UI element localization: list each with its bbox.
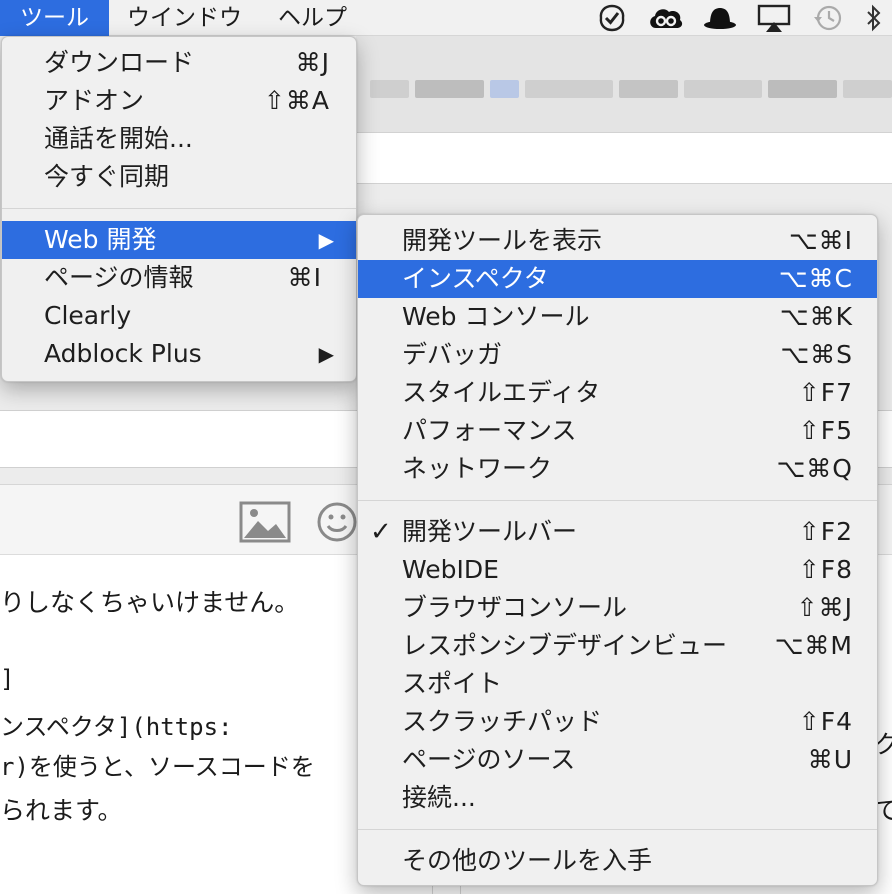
- content-line: ンスペクタ](https:: [0, 713, 233, 741]
- shortcut: ⌥⌘I: [788, 226, 853, 255]
- menubar-item-help[interactable]: ヘルプ: [260, 0, 365, 36]
- shortcut: ⌥⌘S: [780, 340, 853, 369]
- menu-item-web-developer[interactable]: Web 開発 ▶: [2, 221, 356, 259]
- creative-cloud-icon[interactable]: [646, 1, 686, 35]
- shortcut: ⌥⌘Q: [776, 454, 853, 483]
- menubar-item-tools[interactable]: ツール: [0, 0, 109, 36]
- shortcut: ⌥⌘C: [778, 264, 853, 293]
- bowler-hat-icon[interactable]: [700, 1, 740, 35]
- time-machine-icon[interactable]: [808, 1, 848, 35]
- menu-separator: [2, 208, 356, 209]
- menu-item-sync-now[interactable]: 今すぐ同期: [2, 158, 356, 196]
- airplay-icon[interactable]: [754, 1, 794, 35]
- menu-item-downloads[interactable]: ダウンロード ⌘J: [2, 44, 356, 82]
- menu-item-performance[interactable]: パフォーマンス ⇧F5: [358, 412, 877, 450]
- submenu-arrow-icon: ▶: [318, 228, 334, 252]
- shortcut: ⇧F2: [798, 517, 853, 546]
- browser-toolbar: [356, 36, 892, 132]
- bluetooth-icon[interactable]: [862, 1, 886, 35]
- menu-item-style-editor[interactable]: スタイルエディタ ⇧F7: [358, 374, 877, 412]
- submenu-arrow-icon: ▶: [318, 342, 334, 366]
- tools-menu: ダウンロード ⌘J アドオン ⇧⌘A 通話を開始... 今すぐ同期 Web 開発…: [1, 36, 357, 382]
- blurred-bookmarks: [356, 80, 892, 100]
- web-developer-submenu: 開発ツールを表示 ⌥⌘I インスペクタ ⌥⌘C Web コンソール ⌥⌘K デバ…: [357, 214, 878, 886]
- menu-separator: [358, 829, 877, 830]
- browser-address-bar[interactable]: [356, 132, 892, 184]
- menu-bar: ツール ウインドウ ヘルプ: [0, 0, 892, 36]
- menu-item-toggle-tools[interactable]: 開発ツールを表示 ⌥⌘I: [358, 222, 877, 260]
- shortcut: ⇧F8: [798, 555, 853, 584]
- shortcut: ⇧F7: [798, 378, 853, 407]
- menu-item-scratchpad[interactable]: スクラッチパッド ⇧F4: [358, 703, 877, 741]
- menu-item-start-call[interactable]: 通話を開始...: [2, 120, 356, 158]
- menu-item-get-more-tools[interactable]: その他のツールを入手: [358, 842, 877, 880]
- menubar-item-window[interactable]: ウインドウ: [109, 0, 260, 36]
- menu-item-page-source[interactable]: ページのソース ⌘U: [358, 741, 877, 779]
- menu-item-eyedropper[interactable]: スポイト: [358, 665, 877, 703]
- menu-item-addons[interactable]: アドオン ⇧⌘A: [2, 82, 356, 120]
- menu-item-inspector[interactable]: インスペクタ ⌥⌘C: [358, 260, 877, 298]
- menu-item-page-info[interactable]: ページの情報 ⌘I: [2, 259, 356, 297]
- menu-item-webide[interactable]: WebIDE ⇧F8: [358, 551, 877, 589]
- menu-item-adblock-plus[interactable]: Adblock Plus ▶: [2, 335, 356, 373]
- shortcut: ⌘U: [807, 745, 853, 774]
- checkmark-icon: ✓: [370, 517, 392, 547]
- content-line: りしなくちゃいけません。: [0, 588, 300, 617]
- shortcut: ⇧⌘A: [263, 86, 330, 115]
- menu-item-responsive-design-view[interactable]: レスポンシブデザインビュー ⌥⌘M: [358, 627, 877, 665]
- content-line: r)を使うと、ソースコードを: [0, 753, 315, 781]
- shortcut: ⇧⌘J: [796, 593, 853, 622]
- menu-item-debugger[interactable]: デバッガ ⌥⌘S: [358, 336, 877, 374]
- menu-item-developer-toolbar[interactable]: ✓ 開発ツールバー ⇧F2: [358, 513, 877, 551]
- menu-item-network[interactable]: ネットワーク ⌥⌘Q: [358, 450, 877, 488]
- menu-item-clearly[interactable]: Clearly: [2, 297, 356, 335]
- content-line: ]: [0, 665, 15, 693]
- shortcut: ⌘J: [295, 48, 330, 77]
- shortcut: ⇧F5: [798, 416, 853, 445]
- shortcut: ⌥⌘M: [774, 631, 853, 660]
- shortcut: ⌥⌘K: [779, 302, 853, 331]
- menu-item-web-console[interactable]: Web コンソール ⌥⌘K: [358, 298, 877, 336]
- image-icon[interactable]: [238, 499, 292, 545]
- menu-item-browser-console[interactable]: ブラウザコンソール ⇧⌘J: [358, 589, 877, 627]
- menu-item-connect[interactable]: 接続...: [358, 779, 877, 817]
- status-tray: [592, 0, 886, 36]
- shortcut: ⇧F4: [798, 707, 853, 736]
- checklist-icon[interactable]: [592, 1, 632, 35]
- content-line: られます。: [0, 796, 123, 825]
- menu-separator: [358, 500, 877, 501]
- shortcut: ⌘I: [287, 263, 322, 292]
